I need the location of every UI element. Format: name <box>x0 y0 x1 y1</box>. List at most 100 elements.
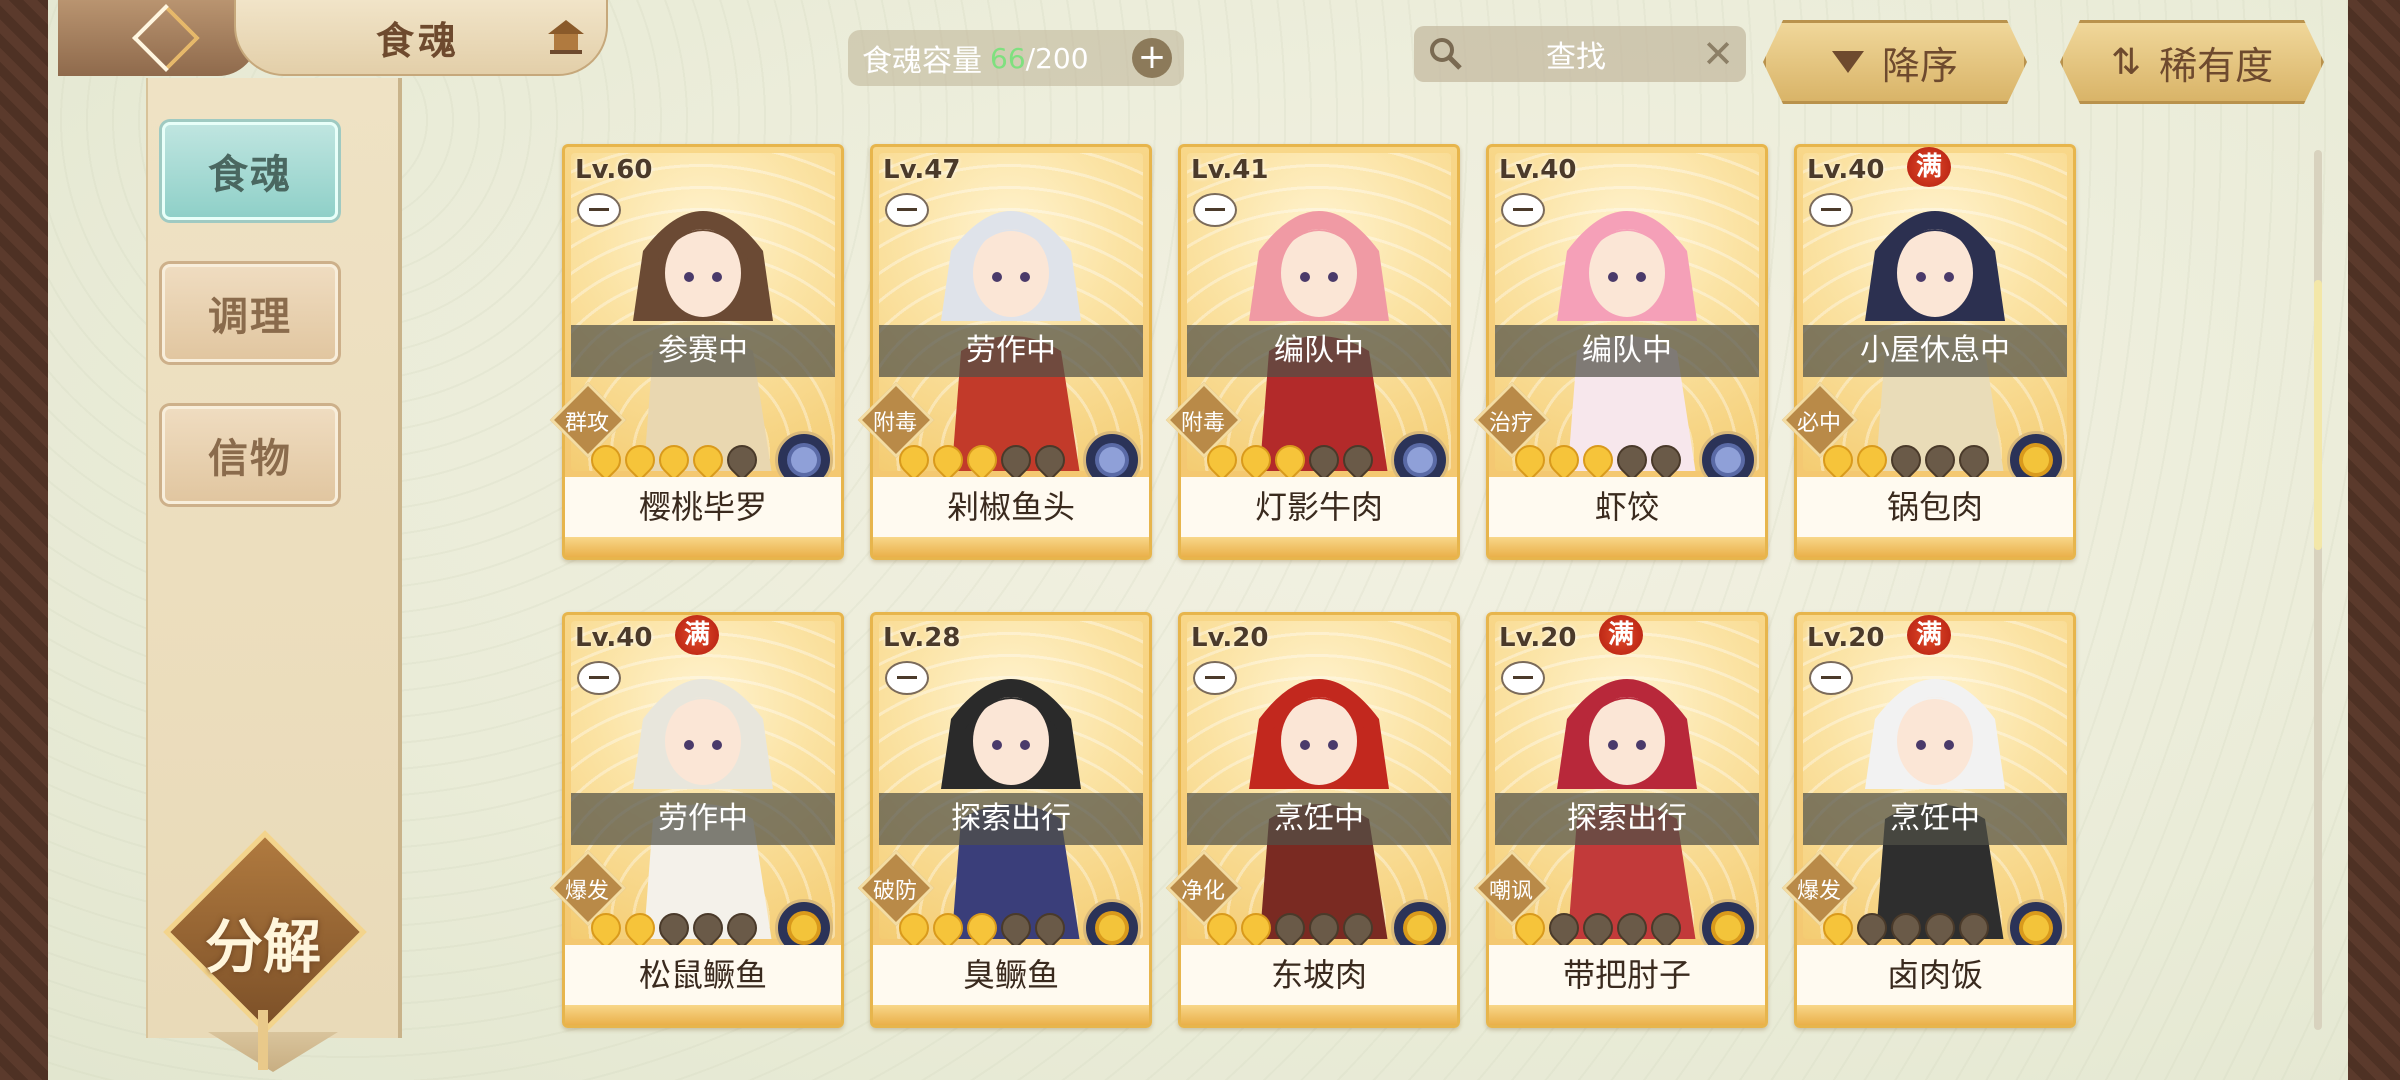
sort-by-button[interactable]: ⇅ 稀有度 <box>2060 20 2324 104</box>
food-soul-name: 樱桃毕罗 <box>565 477 841 537</box>
star-icon <box>1918 906 1962 950</box>
food-soul-card[interactable]: Lv.20 满 烹饪中 爆发 卤肉饭 <box>1781 612 2076 1028</box>
star-icon <box>1610 438 1654 482</box>
food-soul-card[interactable]: Lv.40 满 小屋休息中 必中 锅包肉 <box>1781 144 2076 560</box>
search-input[interactable]: 查找 <box>1546 32 1606 76</box>
level-label: Lv.20 <box>1807 623 1885 653</box>
clear-search-icon[interactable]: ✕ <box>1702 32 1734 76</box>
star-rating <box>584 906 764 950</box>
back-button[interactable] <box>58 0 258 76</box>
role-label: 附毒 <box>872 411 917 436</box>
food-soul-name: 臭鳜鱼 <box>873 945 1149 1005</box>
lock-icon[interactable] <box>885 193 929 227</box>
role-label: 爆发 <box>1796 879 1841 904</box>
sort-order-label: 降序 <box>1881 43 1958 88</box>
role-badge: 群攻 <box>549 381 627 459</box>
star-icon <box>1576 438 1620 482</box>
star-rating <box>892 906 1072 950</box>
food-soul-name: 东坡肉 <box>1181 945 1457 1005</box>
star-icon <box>960 438 1004 482</box>
food-soul-name: 松鼠鳜鱼 <box>565 945 841 1005</box>
star-icon <box>1884 438 1928 482</box>
level-label: Lv.41 <box>1191 155 1269 185</box>
star-icon <box>994 438 1038 482</box>
food-soul-name: 剁椒鱼头 <box>873 477 1149 537</box>
menu-item-tokens[interactable]: 信物 <box>162 406 338 504</box>
status-label: 劳作中 <box>571 793 835 845</box>
star-icon <box>926 906 970 950</box>
star-icon <box>618 906 662 950</box>
menu-item-conditioning[interactable]: 调理 <box>162 264 338 362</box>
star-icon <box>1952 438 1996 482</box>
star-rating <box>1508 906 1688 950</box>
lock-icon[interactable] <box>1809 661 1853 695</box>
status-label: 探索出行 <box>1495 793 1759 845</box>
max-badge: 满 <box>1907 147 1951 187</box>
role-label: 附毒 <box>1180 411 1225 436</box>
role-badge: 附毒 <box>857 381 935 459</box>
food-soul-card[interactable]: Lv.40 满 劳作中 爆发 松鼠鳜鱼 <box>549 612 844 1028</box>
role-badge: 破防 <box>857 849 935 927</box>
star-icon <box>1336 906 1380 950</box>
level-label: Lv.28 <box>883 623 961 653</box>
food-soul-card[interactable]: Lv.40 编队中 治疗 虾饺 <box>1473 144 1768 560</box>
role-badge: 治疗 <box>1473 381 1551 459</box>
star-icon <box>892 906 936 950</box>
max-badge: 满 <box>1907 615 1951 655</box>
star-icon <box>584 906 628 950</box>
lock-icon[interactable] <box>577 193 621 227</box>
level-label: Lv.40 <box>575 623 653 653</box>
food-soul-name: 卤肉饭 <box>1797 945 2073 1005</box>
lock-icon[interactable] <box>1501 193 1545 227</box>
level-label: Lv.20 <box>1499 623 1577 653</box>
lock-icon[interactable] <box>1501 661 1545 695</box>
role-label: 爆发 <box>564 879 609 904</box>
star-icon <box>1234 906 1278 950</box>
lock-icon[interactable] <box>885 661 929 695</box>
star-icon <box>584 438 628 482</box>
menu-item-food-souls[interactable]: 食魂 <box>162 122 338 220</box>
star-icon <box>1610 906 1654 950</box>
star-icon <box>1028 906 1072 950</box>
decompose-label[interactable]: 分解 <box>183 900 343 984</box>
menu-item-label: 信物 <box>208 436 292 482</box>
level-label: Lv.20 <box>1191 623 1269 653</box>
star-icon <box>1576 906 1620 950</box>
status-label: 探索出行 <box>879 793 1143 845</box>
food-soul-card[interactable]: Lv.47 劳作中 附毒 剁椒鱼头 <box>857 144 1152 560</box>
capacity-max: /200 <box>1025 41 1089 75</box>
food-soul-card[interactable]: Lv.28 探索出行 破防 臭鳜鱼 <box>857 612 1152 1028</box>
star-rating <box>1200 438 1380 482</box>
star-icon <box>1542 906 1586 950</box>
lock-icon[interactable] <box>1193 661 1237 695</box>
food-soul-card[interactable]: Lv.20 满 探索出行 嘲讽 带把肘子 <box>1473 612 1768 1028</box>
lock-icon[interactable] <box>1193 193 1237 227</box>
role-label: 群攻 <box>564 411 609 436</box>
add-capacity-button[interactable]: + <box>1132 38 1172 78</box>
search-box[interactable]: 查找 ✕ <box>1414 26 1746 82</box>
star-icon <box>1644 906 1688 950</box>
star-icon <box>618 438 662 482</box>
food-soul-name: 锅包肉 <box>1797 477 2073 537</box>
star-icon <box>686 438 730 482</box>
scrollbar[interactable] <box>2314 150 2322 1030</box>
role-label: 嘲讽 <box>1488 879 1533 904</box>
sort-order-button[interactable]: 降序 <box>1763 20 2027 104</box>
food-soul-name: 灯影牛肉 <box>1181 477 1457 537</box>
home-icon[interactable] <box>540 14 592 58</box>
lock-icon[interactable] <box>1809 193 1853 227</box>
star-icon <box>1268 438 1312 482</box>
food-soul-card[interactable]: Lv.41 编队中 附毒 灯影牛肉 <box>1165 144 1460 560</box>
lock-icon[interactable] <box>577 661 621 695</box>
swap-arrows-icon: ⇅ <box>2110 41 2142 83</box>
role-badge: 必中 <box>1781 381 1859 459</box>
status-label: 编队中 <box>1495 325 1759 377</box>
star-rating <box>584 438 764 482</box>
scroll-thumb[interactable] <box>2314 280 2322 550</box>
star-icon <box>1200 438 1244 482</box>
star-icon <box>1816 438 1860 482</box>
food-soul-card[interactable]: Lv.60 参赛中 群攻 樱桃毕罗 <box>549 144 844 560</box>
max-badge: 满 <box>675 615 719 655</box>
food-soul-card[interactable]: Lv.20 烹饪中 净化 东坡肉 <box>1165 612 1460 1028</box>
star-icon <box>1918 438 1962 482</box>
